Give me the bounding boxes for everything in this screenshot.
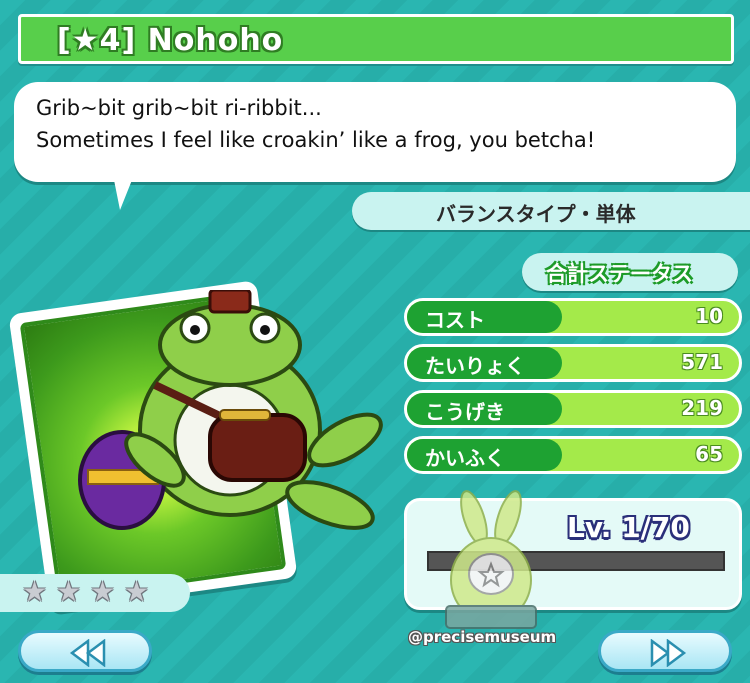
star-icon: ★ [22,575,48,608]
type-label: バランスタイプ・単体 [352,192,750,230]
star-icon: ★ [90,575,116,608]
type-label-text: バランスタイプ・単体 [436,202,636,226]
stat-label-box: コスト [407,301,562,333]
next-button[interactable] [598,630,732,672]
stat-label: かいふく [425,446,505,470]
stat-value: 219 [681,396,723,420]
stat-label-box: かいふく [407,439,562,471]
stat-row-cost: コスト 10 [404,298,742,336]
stats-header-text: 合計ステータス [546,262,693,286]
watermark-text: @precisemuseum [408,628,557,646]
speech-bubble: Grib~bit grib~bit ri-ribbit... Sometimes… [14,82,736,182]
speech-line-1: Grib~bit grib~bit ri-ribbit... [36,96,322,120]
fast-forward-icon [650,639,687,667]
stat-label-box: こうげき [407,393,562,425]
title-bar: [★4] Nohoho [18,14,734,64]
stat-value: 65 [695,442,723,466]
rarity-strip: ★ ★ ★ ★ [0,574,190,612]
speech-line-2: Sometimes I feel like croakin’ like a fr… [36,128,596,152]
character-title: [★4] Nohoho [57,23,284,58]
rewind-icon [69,639,106,667]
stat-row-hp: たいりょく 571 [404,344,742,382]
stat-row-recovery: かいふく 65 [404,436,742,474]
stat-value: 10 [695,304,723,328]
level-text: Lv. 1/70 [567,511,690,544]
stat-row-attack: こうげき 219 [404,390,742,428]
stats-header: 合計ステータス [522,253,738,291]
stat-value: 571 [681,350,723,374]
frog-character-icon [78,290,383,530]
star-icon: ★ [124,575,150,608]
mascot-watermark-icon [445,490,537,629]
speech-bubble-tail [112,170,136,210]
stat-label: コスト [425,308,485,332]
previous-button[interactable] [18,630,152,672]
star-icon: ★ [56,575,82,608]
stat-label-box: たいりょく [407,347,562,379]
stat-label: こうげき [425,400,505,424]
stat-label: たいりょく [425,354,525,378]
